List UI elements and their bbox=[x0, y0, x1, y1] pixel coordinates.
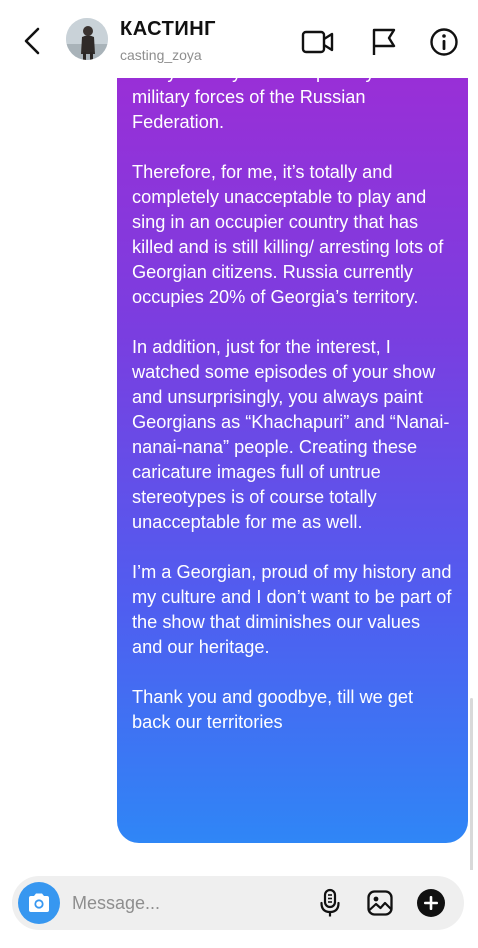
report-flag-button[interactable] bbox=[366, 24, 402, 60]
message-paragraph: of my country are occupied by the milita… bbox=[132, 78, 405, 132]
message-thread[interactable]: of my country are occupied by the milita… bbox=[0, 78, 478, 870]
chat-header: КАСТИНГ casting_zoya bbox=[0, 0, 478, 78]
chat-title-block[interactable]: КАСТИНГ casting_zoya bbox=[120, 18, 216, 63]
info-button[interactable] bbox=[426, 24, 462, 60]
video-call-icon bbox=[301, 30, 334, 54]
gallery-icon bbox=[367, 890, 393, 916]
microphone-icon bbox=[320, 888, 340, 917]
chat-username: casting_zoya bbox=[120, 47, 202, 63]
add-attachment-button[interactable] bbox=[416, 888, 446, 918]
add-icon bbox=[417, 889, 445, 917]
video-call-button[interactable] bbox=[300, 24, 336, 60]
camera-button[interactable] bbox=[18, 882, 60, 924]
chat-title: КАСТИНГ bbox=[120, 18, 216, 40]
chevron-left-icon bbox=[24, 27, 40, 55]
info-icon bbox=[430, 28, 458, 56]
gallery-button[interactable] bbox=[365, 888, 395, 918]
back-button[interactable] bbox=[18, 24, 46, 58]
message-composer bbox=[12, 876, 464, 930]
message-bubble[interactable]: of my country are occupied by the milita… bbox=[117, 78, 468, 843]
flag-icon bbox=[372, 28, 396, 55]
avatar[interactable] bbox=[66, 18, 108, 60]
voice-message-button[interactable] bbox=[315, 888, 345, 918]
message-paragraph: I’m a Georgian, proud of my history and … bbox=[132, 562, 452, 657]
message-paragraph: In addition, just for the interest, I wa… bbox=[132, 337, 450, 532]
scrollbar[interactable] bbox=[470, 698, 473, 870]
avatar-image bbox=[66, 18, 108, 60]
message-paragraph: Therefore, for me, it’s totally and comp… bbox=[132, 162, 444, 307]
camera-icon bbox=[29, 893, 49, 912]
message-input[interactable] bbox=[72, 889, 302, 917]
message-paragraph: Thank you and goodbye, till we get back … bbox=[132, 687, 414, 732]
